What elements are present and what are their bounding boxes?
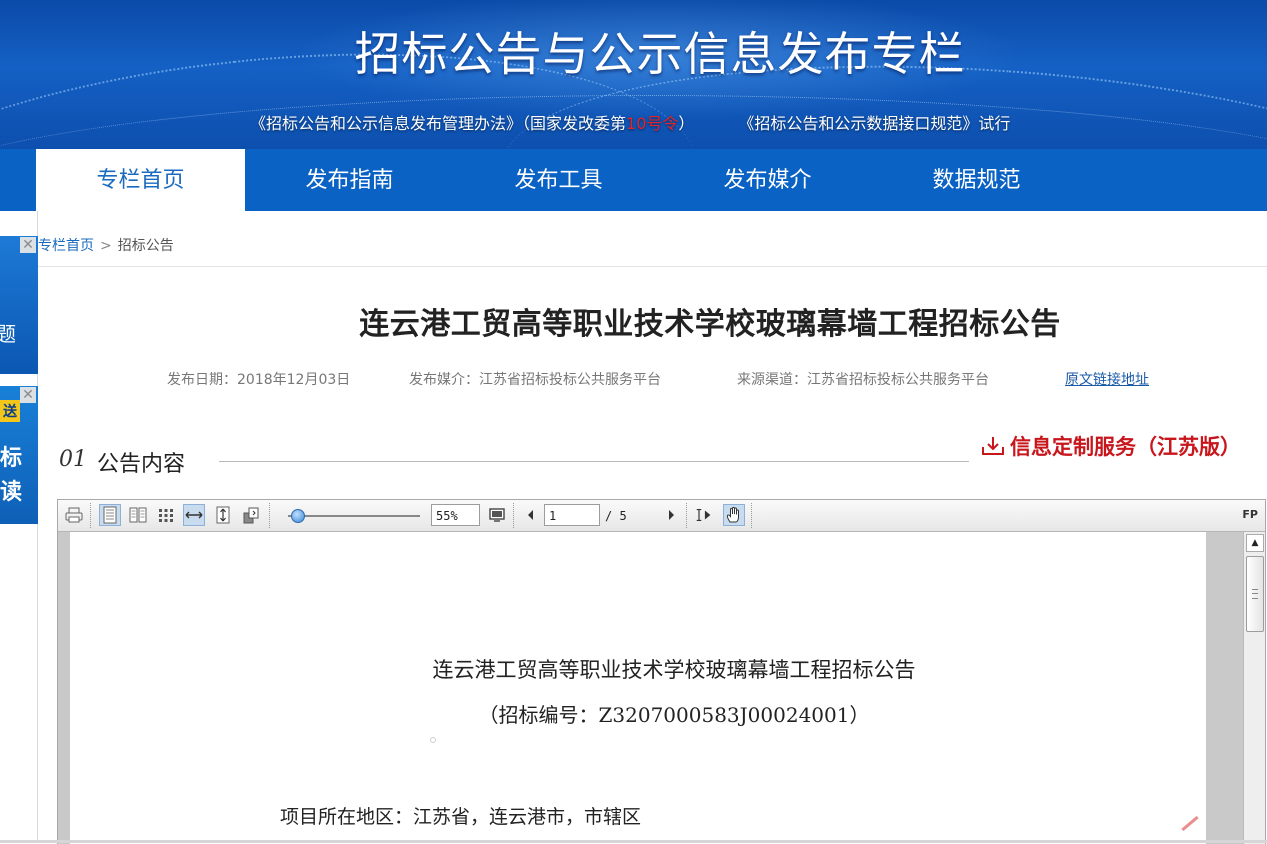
thumbnail-grid-icon[interactable]: [156, 505, 176, 525]
page-total: / 5: [605, 509, 627, 523]
breadcrumb-home-link[interactable]: 专栏首页: [38, 238, 94, 254]
banner-sub-text: ）: [678, 114, 695, 133]
banner-sub-red: 10号令: [626, 114, 679, 133]
banner-subtitle: 《招标公告和公示信息发布管理办法》（国家发改委第10号令） 《招标公告和公示数据接…: [250, 110, 1010, 134]
ad-text: 标: [0, 446, 23, 471]
publish-media: 发布媒介：江苏省招标投标公共服务平台: [409, 372, 661, 388]
vertical-scrollbar[interactable]: ▲: [1243, 532, 1265, 844]
nav-item-data-spec[interactable]: 数据规范: [872, 149, 1081, 211]
section-number: 01: [59, 447, 87, 472]
custom-service-label: 信息定制服务（江苏版）: [1010, 435, 1241, 459]
pdf-viewer: 55% 1 / 5 FP 连云港工贸高等职业技术学校玻璃幕墙工程招标公告 （招标…: [57, 499, 1266, 844]
zoom-slider-track[interactable]: [288, 515, 420, 517]
close-icon[interactable]: ✕: [20, 237, 36, 253]
floating-ad-1[interactable]: 题: [0, 236, 38, 374]
original-link[interactable]: 原文链接地址: [1065, 372, 1149, 388]
section-title: 公告内容: [97, 452, 186, 477]
source-channel: 来源渠道：江苏省招标投标公共服务平台: [737, 372, 989, 388]
banner-sub-text: 《招标公告和公示信息发布管理办法》（国家发改委第: [250, 114, 627, 133]
rotate-icon[interactable]: [241, 505, 261, 525]
scroll-up-icon[interactable]: ▲: [1246, 534, 1264, 552]
publish-date: 发布日期：2018年12月03日: [167, 372, 351, 388]
grip-icon: [1252, 589, 1258, 599]
main-nav: 专栏首页 发布指南 发布工具 发布媒介 数据规范: [0, 149, 1267, 211]
previous-page-icon[interactable]: [521, 505, 541, 525]
floating-ad-2[interactable]: 送 标 读: [0, 386, 38, 524]
close-icon[interactable]: ✕: [20, 387, 36, 403]
next-page-icon[interactable]: [661, 505, 681, 525]
original-link-wrapper: 原文链接地址: [1065, 369, 1149, 389]
two-page-icon[interactable]: [128, 505, 148, 525]
hand-tool-icon[interactable]: [723, 504, 745, 526]
nav-item-guide[interactable]: 发布指南: [245, 149, 454, 211]
divider: [38, 266, 1267, 267]
breadcrumb-current: 招标公告: [117, 238, 174, 254]
fp-label: FP: [1242, 508, 1258, 521]
ad-text: 题: [0, 322, 16, 346]
header-banner: 招标公告与公示信息发布专栏 《招标公告和公示信息发布管理办法》（国家发改委第10…: [0, 0, 1267, 149]
ad-text: 读: [0, 480, 23, 505]
single-page-icon[interactable]: [99, 504, 121, 526]
ad-tag: 送: [0, 400, 20, 422]
custom-service-link[interactable]: 信息定制服务（江苏版）: [980, 431, 1241, 461]
banner-title: 招标公告与公示信息发布专栏: [354, 27, 966, 81]
document-number: （招标编号：Z3207000583J00024001）: [478, 703, 870, 727]
document-text-line: 项目所在地区：江苏省，连云港市，市辖区: [280, 806, 642, 828]
nav-item-home[interactable]: 专栏首页: [36, 149, 245, 211]
breadcrumb: 专栏首页 > 招标公告: [38, 235, 174, 255]
zoom-input[interactable]: 55%: [431, 504, 480, 526]
text-select-icon[interactable]: [694, 505, 714, 525]
document-title: 连云港工贸高等职业技术学校玻璃幕墙工程招标公告: [432, 658, 916, 682]
nav-item-tools[interactable]: 发布工具: [454, 149, 663, 211]
document-area[interactable]: 连云港工贸高等职业技术学校玻璃幕墙工程招标公告 （招标编号：Z320700058…: [58, 532, 1265, 844]
fullscreen-icon[interactable]: [487, 505, 507, 525]
breadcrumb-separator: >: [100, 238, 112, 254]
zoom-slider-handle[interactable]: [291, 509, 305, 523]
banner-sub-text: 《招标公告和公示数据接口规范》试行: [738, 114, 1011, 133]
fit-height-icon[interactable]: [213, 505, 233, 525]
document-page: 连云港工贸高等职业技术学校玻璃幕墙工程招标公告 （招标编号：Z320700058…: [70, 532, 1206, 844]
stamp-mark: [1181, 815, 1199, 832]
section-divider: [219, 461, 969, 462]
download-icon: [982, 437, 1004, 455]
scrollbar-thumb[interactable]: [1246, 556, 1264, 632]
page-number-input[interactable]: 1: [544, 504, 600, 526]
pdf-toolbar: 55% 1 / 5 FP: [58, 500, 1265, 532]
nav-item-media[interactable]: 发布媒介: [663, 149, 872, 211]
page-title: 连云港工贸高等职业技术学校玻璃幕墙工程招标公告: [359, 307, 1061, 342]
fit-width-icon[interactable]: [183, 504, 205, 526]
document-mark: [430, 737, 436, 743]
print-icon[interactable]: [64, 505, 84, 525]
